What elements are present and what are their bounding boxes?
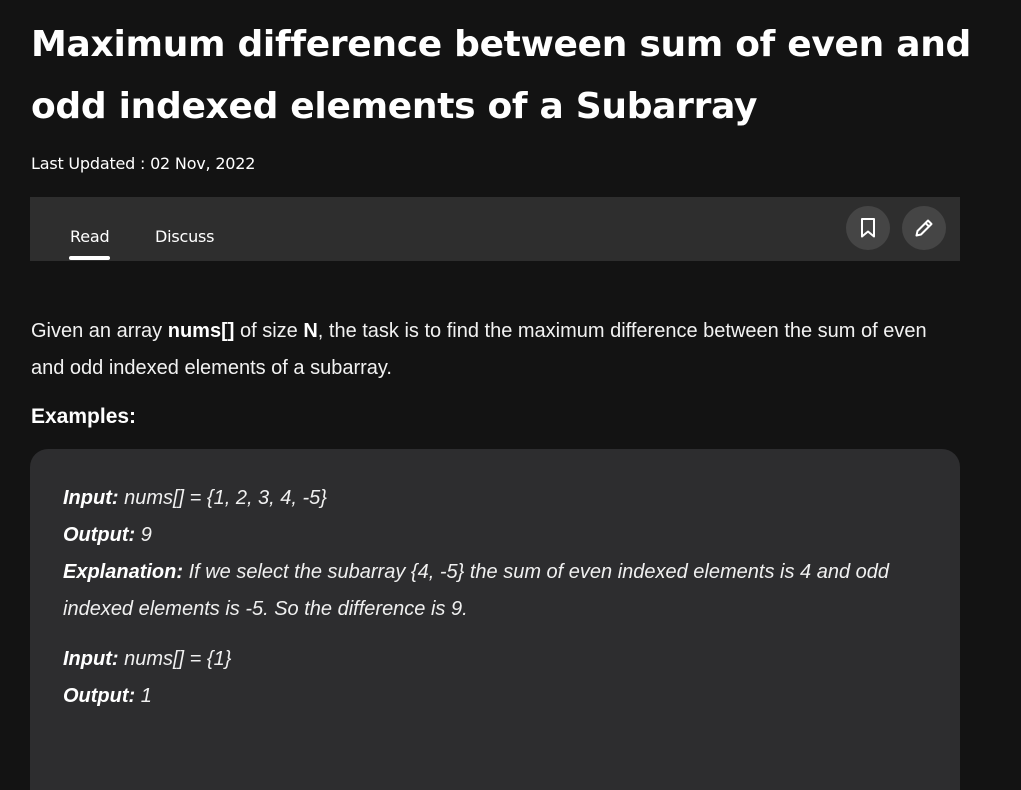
explanation-value: If we select the subarray {4, -5} the su… [63,561,889,620]
input-label: Input: [63,648,119,670]
last-updated: Last Updated : 02 Nov, 2022 [31,154,256,173]
intro-array-name: nums[] [167,320,235,342]
article-title: Maximum difference between sum of even a… [31,24,972,127]
tab-read[interactable]: Read [68,226,111,260]
problem-statement: Given an array nums[] of size N, the tas… [31,313,961,387]
intro-text: of size [234,320,304,342]
article-page: Maximum difference between sum of even a… [0,0,1021,790]
bookmark-icon [861,218,875,238]
examples-box: Input: nums[] = {1, 2, 3, 4, -5} Output:… [30,449,960,790]
bookmark-button[interactable] [846,206,890,250]
example-2: Input: nums[] = {1} Output: 1 [63,641,923,715]
intro-text: Given an array [31,320,168,342]
explanation-label: Explanation: [63,561,184,583]
output-value: 1 [135,685,152,707]
examples-heading: Examples: [31,405,137,428]
pencil-icon [915,219,933,237]
example-input: Input: nums[] = {1} [63,641,923,678]
example-output: Output: 9 [63,517,923,554]
output-value: 9 [135,524,152,546]
tab-discuss[interactable]: Discuss [155,226,215,248]
article-tab-bar: Read Discuss [30,197,960,261]
example-output: Output: 1 [63,678,923,715]
example-1: Input: nums[] = {1, 2, 3, 4, -5} Output:… [63,480,923,628]
edit-button[interactable] [902,206,946,250]
input-value: nums[] = {1} [118,648,232,670]
output-label: Output: [63,685,136,707]
input-label: Input: [63,487,119,509]
example-input: Input: nums[] = {1, 2, 3, 4, -5} [63,480,923,517]
output-label: Output: [63,524,136,546]
input-value: nums[] = {1, 2, 3, 4, -5} [118,487,327,509]
example-explanation: Explanation: If we select the subarray {… [63,554,923,628]
intro-size-name: N [303,320,318,342]
